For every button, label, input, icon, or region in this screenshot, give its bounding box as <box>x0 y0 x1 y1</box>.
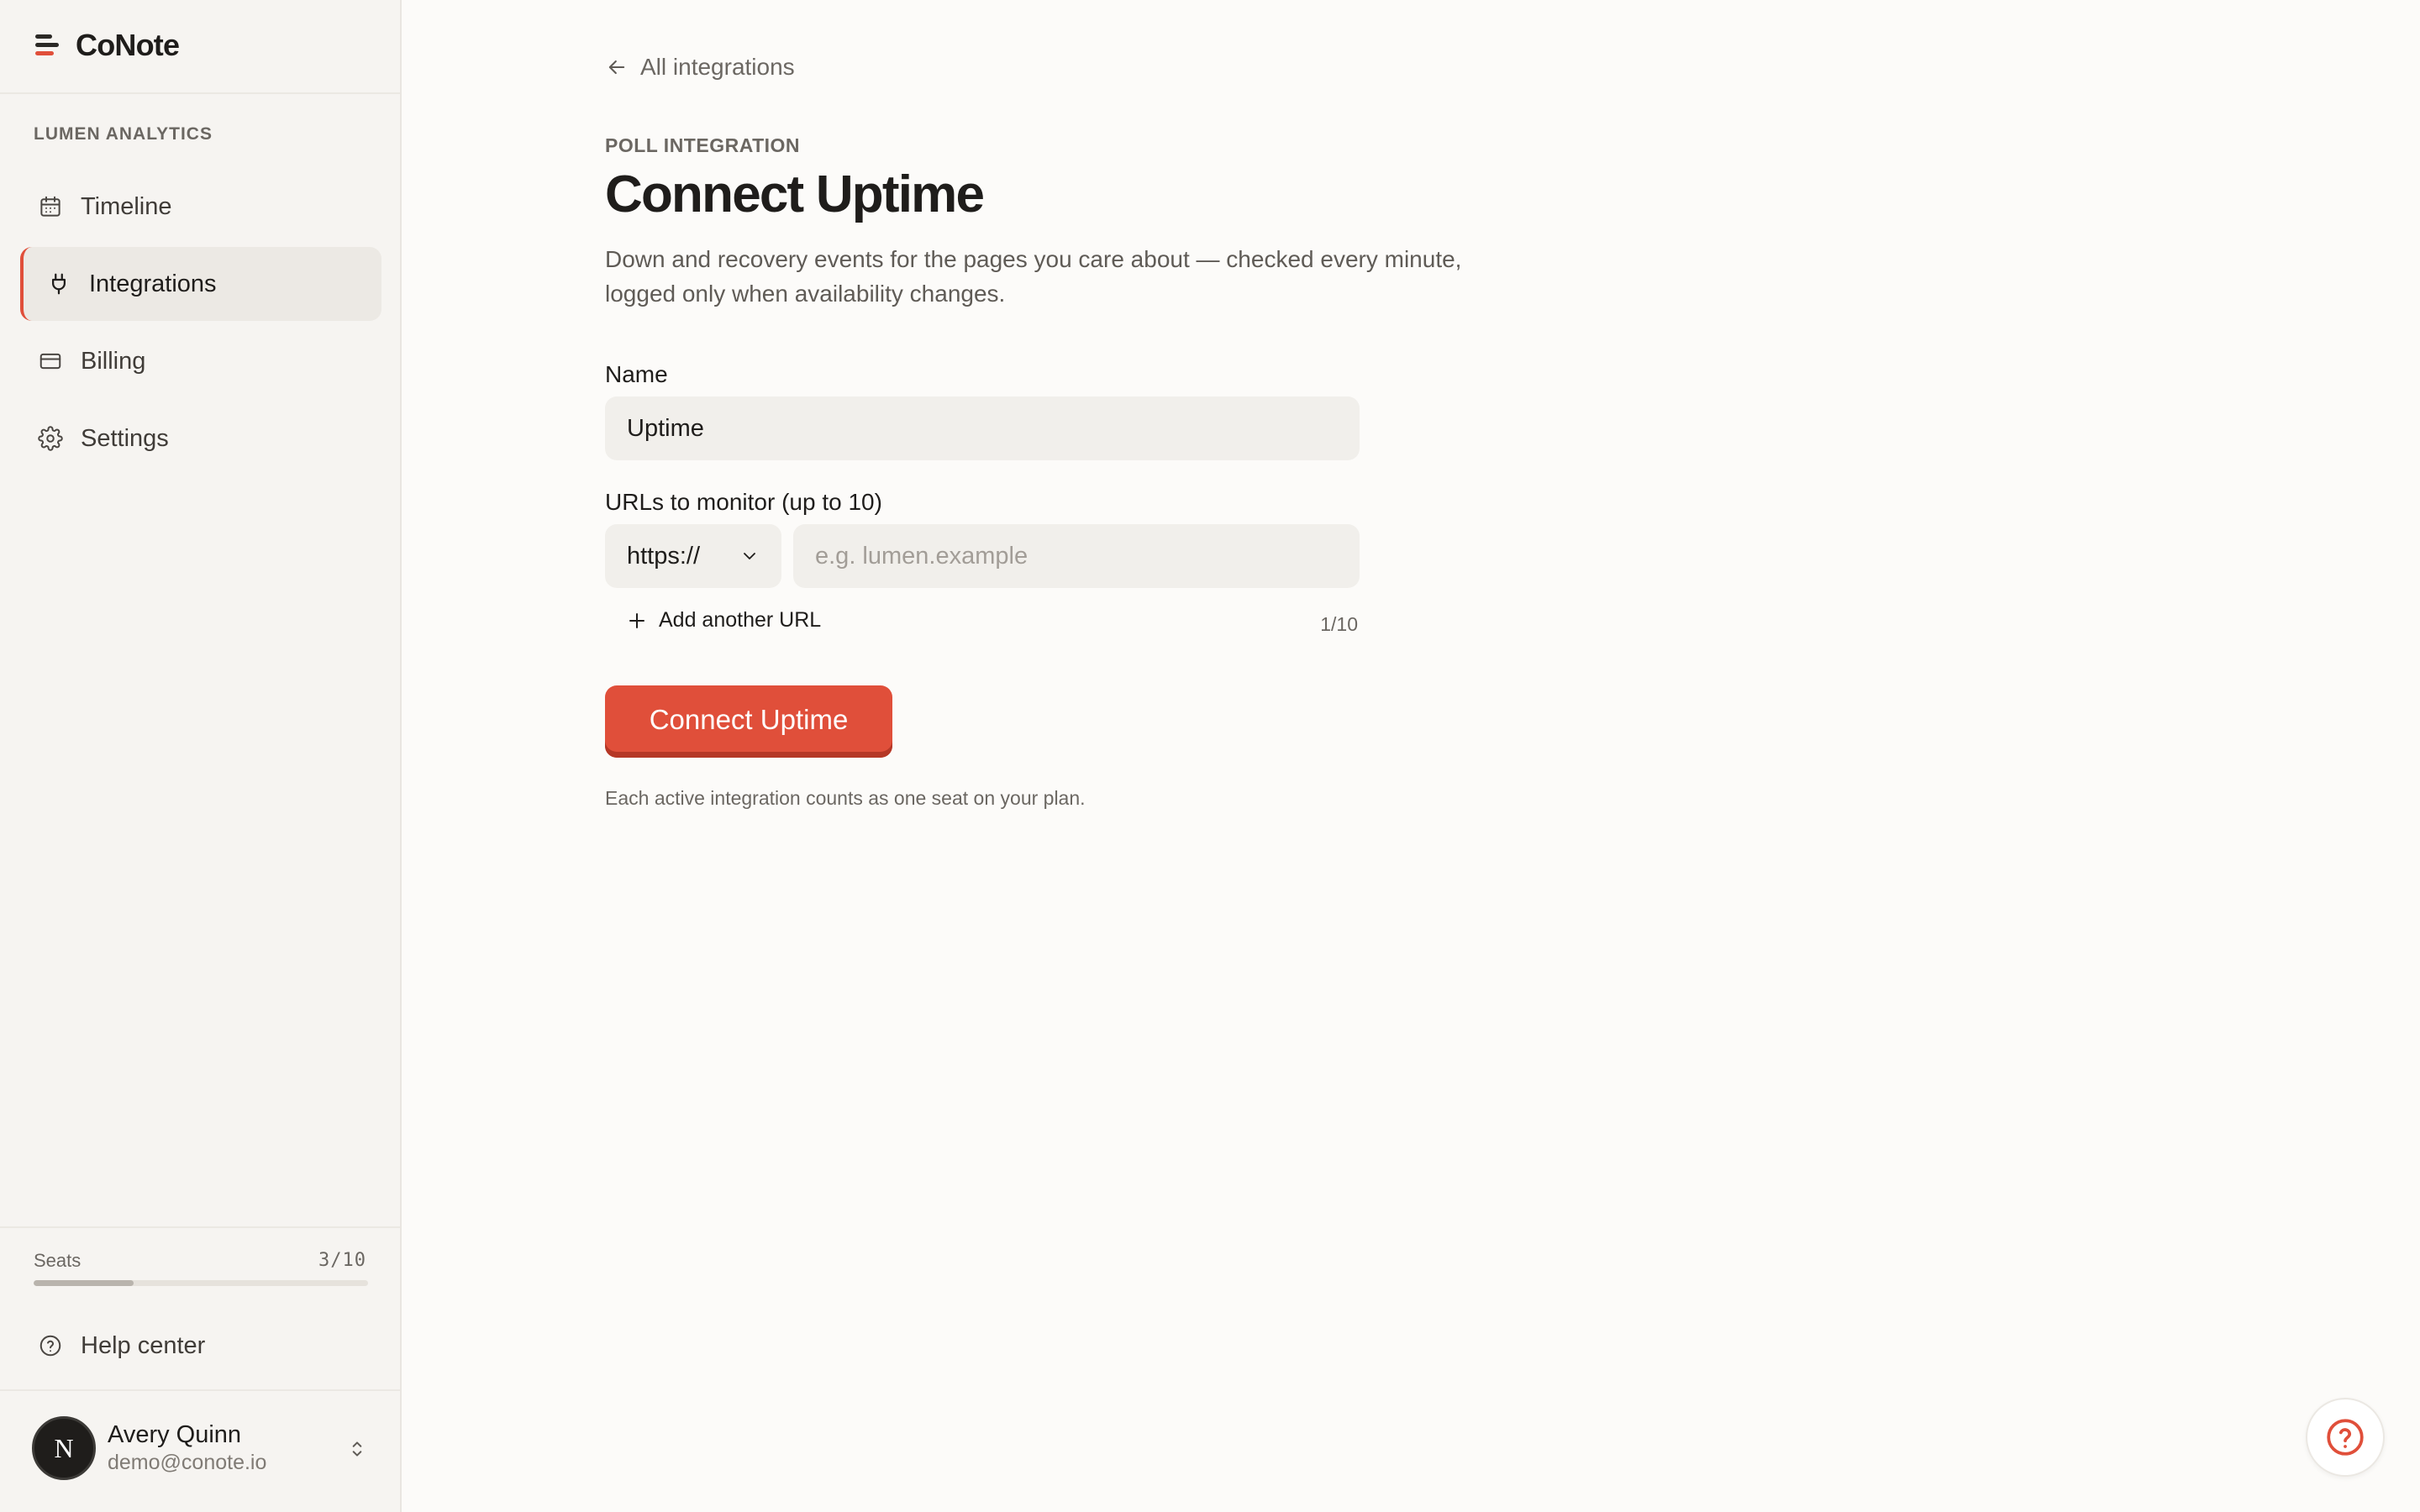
url-input[interactable] <box>793 524 1360 588</box>
user-email: demo@conote.io <box>108 1451 267 1474</box>
help-center-link[interactable]: Help center <box>20 1309 381 1383</box>
plus-icon <box>629 612 644 628</box>
brand[interactable]: CoNote <box>34 28 180 62</box>
conote-logo-icon <box>34 31 62 60</box>
seat-note: Each active integration counts as one se… <box>605 787 1086 809</box>
sidebar-divider <box>0 92 400 94</box>
app-name: CoNote <box>76 28 180 62</box>
help-circle-icon <box>2327 1419 2364 1456</box>
chevron-up-down-icon <box>346 1436 368 1466</box>
help-center-label: Help center <box>81 1331 206 1359</box>
user-menu[interactable]: N Avery Quinn demo@conote.io <box>32 1416 376 1480</box>
name-input[interactable] <box>605 396 1360 460</box>
credit-card-icon <box>37 348 64 375</box>
calendar-icon <box>37 193 64 220</box>
sidebar-item-timeline[interactable]: Timeline <box>20 170 381 244</box>
sidebar-item-label: Timeline <box>81 192 172 220</box>
sidebar-item-integrations[interactable]: Integrations <box>20 247 381 321</box>
plug-icon <box>45 270 72 297</box>
seats-progress-bar <box>34 1280 368 1286</box>
back-link-label: All integrations <box>640 54 795 80</box>
sidebar-item-label: Integrations <box>89 270 217 297</box>
help-fab-button[interactable] <box>2306 1398 2385 1477</box>
seats-label: Seats <box>34 1250 82 1271</box>
urls-field-label: URLs to monitor (up to 10) <box>605 489 882 515</box>
sidebar-item-label: Settings <box>81 424 169 452</box>
sidebar-divider <box>0 1389 400 1391</box>
workspace-label: LUMEN ANALYTICS <box>34 124 213 144</box>
protocol-select[interactable]: https:// <box>605 524 781 588</box>
url-count: 1/10 <box>1320 613 1358 635</box>
sidebar-divider <box>0 1226 400 1228</box>
avatar: N <box>32 1416 96 1480</box>
protocol-value: https:// <box>627 542 701 570</box>
add-url-button[interactable]: Add another URL <box>627 608 821 633</box>
page-title: Connect Uptime <box>605 165 985 223</box>
back-to-integrations-link[interactable]: All integrations <box>605 54 795 81</box>
user-name: Avery Quinn <box>108 1421 242 1448</box>
chevron-down-icon <box>744 553 755 559</box>
gear-icon <box>37 425 64 452</box>
sidebar: CoNote LUMEN ANALYTICS Timeline Integrat… <box>0 0 402 1512</box>
seats-progress-fill <box>34 1280 134 1286</box>
connect-uptime-button[interactable]: Connect Uptime <box>605 685 892 758</box>
add-url-label: Add another URL <box>659 608 822 632</box>
sidebar-item-label: Billing <box>81 347 146 375</box>
help-circle-icon <box>37 1332 64 1359</box>
arrow-left-icon <box>605 55 629 79</box>
sidebar-item-settings[interactable]: Settings <box>20 402 381 475</box>
sidebar-item-billing[interactable]: Billing <box>20 324 381 398</box>
page-description: Down and recovery events for the pages y… <box>605 246 1462 307</box>
seats-count: 3/10 <box>318 1250 366 1271</box>
name-field-label: Name <box>605 361 668 387</box>
integration-type-label: POLL INTEGRATION <box>605 134 801 156</box>
